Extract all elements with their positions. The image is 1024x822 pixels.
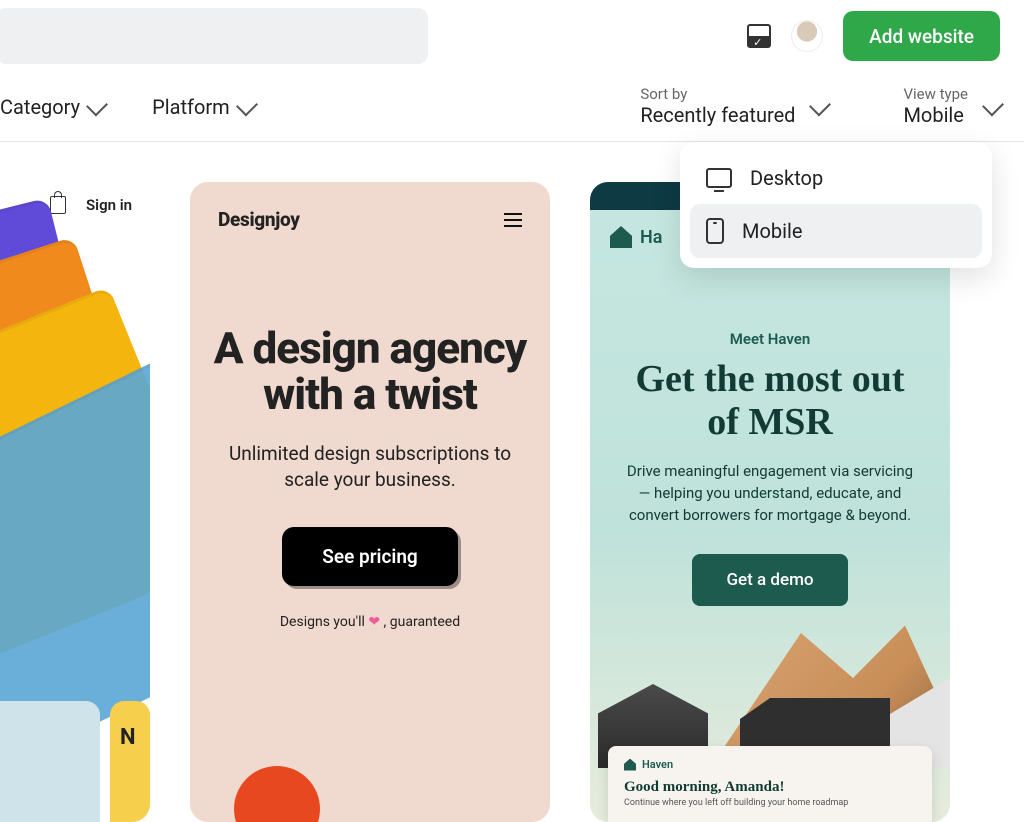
- tip-title-fragment: tion: [0, 729, 80, 757]
- dash-title: Good morning, Amanda!: [624, 779, 916, 796]
- dashboard-preview: Haven Good morning, Amanda! Continue whe…: [608, 746, 932, 822]
- search-input[interactable]: [0, 8, 428, 64]
- filter-bar: Category Platform Sort by Recently featu…: [0, 72, 1024, 142]
- planner-hero: ection powerhouses that will y-to-day pl…: [0, 234, 150, 614]
- haven-logo-icon: [624, 759, 636, 771]
- filter-category[interactable]: Category: [0, 95, 104, 119]
- tip-card: tion than 15 references perfect match.: [0, 701, 100, 822]
- sort-value: Recently featured: [640, 104, 795, 127]
- viewtype-option-label: Desktop: [750, 166, 823, 190]
- card-subhead: Drive meaningful engagement via servicin…: [620, 461, 920, 526]
- badge-burst: [234, 766, 320, 822]
- card-headline: A design agency with a twist: [210, 325, 530, 417]
- see-pricing-button[interactable]: See pricing: [282, 527, 458, 586]
- sort-control[interactable]: Sort by Recently featured: [640, 86, 827, 126]
- add-website-button[interactable]: Add website: [843, 11, 1000, 61]
- chevron-down-icon: [986, 100, 1000, 114]
- checklist-icon[interactable]: [747, 24, 771, 48]
- card-headline: Get the most out of MSR: [620, 358, 920, 443]
- viewtype-option-label: Mobile: [742, 219, 802, 243]
- gallery-card[interactable]: Sign in ection powerhouses that will y-t…: [0, 182, 150, 822]
- get-demo-button[interactable]: Get a demo: [692, 554, 847, 606]
- filter-platform[interactable]: Platform: [152, 95, 254, 119]
- desktop-icon: [706, 168, 732, 188]
- guarantee-line: Designs you'll ❤ , guaranteed: [190, 614, 550, 630]
- gallery-card[interactable]: Ann Ha Meet Haven Get the most out of MS…: [590, 182, 950, 822]
- chevron-down-icon: [240, 100, 254, 114]
- dash-sub: Continue where you left off building you…: [624, 798, 916, 808]
- viewtype-option-desktop[interactable]: Desktop: [690, 152, 982, 204]
- bag-icon: [50, 196, 66, 214]
- brand-logo: Designjoy: [218, 208, 300, 231]
- menu-icon[interactable]: [504, 213, 522, 227]
- gallery-card[interactable]: Designjoy A design agency with a twist U…: [190, 182, 550, 822]
- tip2-initial: N: [120, 725, 136, 750]
- top-bar: Add website: [0, 0, 1024, 72]
- sign-in-link[interactable]: Sign in: [86, 196, 132, 214]
- sort-label: Sort by: [640, 86, 795, 103]
- viewtype-option-mobile[interactable]: Mobile: [690, 204, 982, 258]
- heart-icon: ❤: [368, 614, 380, 630]
- chevron-down-icon: [813, 100, 827, 114]
- viewtype-dropdown: Desktop Mobile: [680, 142, 992, 268]
- tip-card-secondary: N: [110, 701, 150, 822]
- filter-category-label: Category: [0, 95, 80, 119]
- chevron-down-icon: [90, 100, 104, 114]
- tip-body-fragment: than 15 references perfect match.: [0, 763, 80, 806]
- viewtype-label: View type: [903, 86, 968, 103]
- viewtype-control[interactable]: View type Mobile: [903, 86, 1000, 126]
- haven-logo-icon: [610, 226, 632, 248]
- card-subhead: Unlimited design subscriptions to scale …: [224, 441, 516, 492]
- avatar[interactable]: [791, 20, 823, 52]
- mobile-icon: [706, 218, 724, 244]
- viewtype-value: Mobile: [903, 104, 968, 127]
- kicker: Meet Haven: [590, 330, 950, 348]
- brand-logo: Ha: [640, 227, 662, 248]
- filter-platform-label: Platform: [152, 95, 230, 119]
